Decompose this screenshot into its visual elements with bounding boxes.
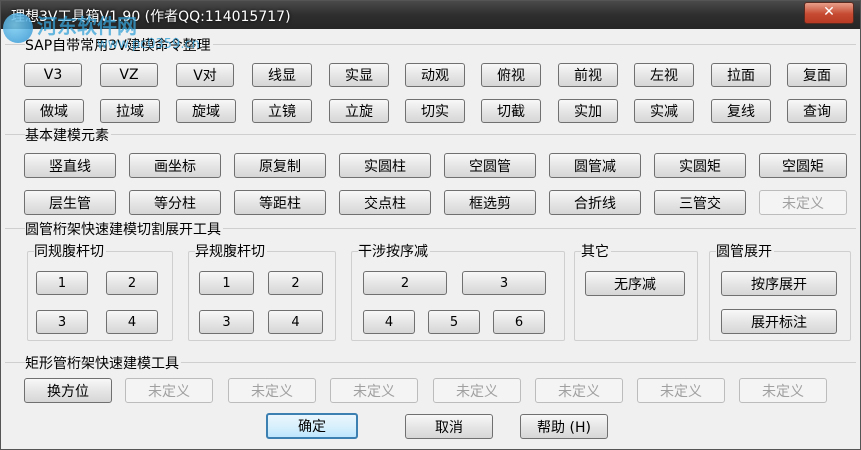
cmd-button[interactable]: 动观 (405, 63, 465, 87)
diff-cut-button[interactable]: 4 (268, 310, 323, 334)
cmd-button[interactable]: 立镜 (252, 99, 312, 123)
element-button[interactable]: 原复制 (234, 153, 326, 178)
undefined-button: 未定义 (759, 190, 847, 215)
same-cut-button[interactable]: 2 (106, 271, 158, 295)
cmd-button[interactable]: VZ (100, 63, 158, 87)
tool-window: 理想3V工具箱V1.90 (作者QQ:114015717) ✕ SAP自带常用3… (0, 0, 861, 450)
section3-title: 圆管桁架快速建模切割展开工具 (25, 219, 223, 239)
undefined-button: 未定义 (125, 378, 213, 403)
watermark-text: 河东软件网 (37, 14, 137, 38)
close-icon: ✕ (823, 4, 835, 20)
cmd-button[interactable]: 查询 (787, 99, 847, 123)
group-tube-unfold-title: 圆管展开 (716, 241, 774, 261)
unfold-annotate-button[interactable]: 展开标注 (721, 309, 837, 334)
element-button[interactable]: 画坐标 (129, 153, 221, 178)
element-button[interactable]: 等距柱 (234, 190, 326, 215)
same-cut-button[interactable]: 1 (36, 271, 88, 295)
undefined-button: 未定义 (330, 378, 418, 403)
cmd-button[interactable]: 实加 (558, 99, 618, 123)
diff-cut-button[interactable]: 1 (199, 271, 254, 295)
unordered-subtract-button[interactable]: 无序减 (585, 271, 685, 296)
element-button[interactable]: 圆管减 (549, 153, 641, 178)
cmd-button[interactable]: V对 (176, 63, 234, 87)
group-diff-spec-title: 异规腹杆切 (195, 241, 267, 261)
order-subtract-button[interactable]: 2 (363, 271, 447, 295)
cmd-button[interactable]: 做域 (24, 99, 84, 123)
cancel-button[interactable]: 取消 (405, 414, 493, 439)
group-same-spec-title: 同规腹杆切 (34, 241, 106, 261)
element-button[interactable]: 框选剪 (444, 190, 536, 215)
help-button[interactable]: 帮助 (H) (520, 414, 608, 439)
element-button[interactable]: 实圆柱 (339, 153, 431, 178)
cmd-button[interactable]: 俯视 (481, 63, 541, 87)
cmd-button[interactable]: 复线 (711, 99, 771, 123)
cmd-button[interactable]: 实显 (329, 63, 389, 87)
cmd-button[interactable]: 实减 (634, 99, 694, 123)
group-other-title: 其它 (581, 241, 611, 261)
cmd-button[interactable]: 切截 (481, 99, 541, 123)
diff-cut-button[interactable]: 2 (268, 271, 323, 295)
element-button[interactable]: 空圆矩 (759, 153, 847, 178)
element-button[interactable]: 三管交 (654, 190, 746, 215)
cmd-button[interactable]: 立旋 (329, 99, 389, 123)
undefined-button: 未定义 (228, 378, 316, 403)
element-button[interactable]: 竖直线 (24, 153, 116, 178)
element-button[interactable]: 实圆矩 (654, 153, 746, 178)
same-cut-button[interactable]: 3 (36, 310, 88, 334)
element-button[interactable]: 层生管 (24, 190, 116, 215)
order-subtract-button[interactable]: 4 (363, 310, 415, 334)
section2-title: 基本建模元素 (25, 125, 111, 145)
cmd-button[interactable]: 前视 (558, 63, 618, 87)
undefined-button: 未定义 (535, 378, 623, 403)
section-divider (5, 134, 856, 135)
group-order-subtract-title: 干涉按序减 (358, 241, 430, 261)
cmd-button[interactable]: 切实 (405, 99, 465, 123)
element-button[interactable]: 合折线 (549, 190, 641, 215)
cmd-button[interactable]: 复面 (787, 63, 847, 87)
undefined-button: 未定义 (739, 378, 827, 403)
cmd-button[interactable]: 左视 (634, 63, 694, 87)
cmd-button[interactable]: 拉域 (100, 99, 160, 123)
order-subtract-button[interactable]: 6 (493, 310, 545, 334)
element-button[interactable]: 空圆管 (444, 153, 536, 178)
undefined-button: 未定义 (433, 378, 521, 403)
watermark-logo (3, 13, 33, 43)
watermark-url: www.pc0359.cn (97, 37, 200, 52)
cmd-button[interactable]: 旋域 (176, 99, 236, 123)
cmd-button[interactable]: 线显 (252, 63, 312, 87)
group-other (574, 251, 698, 341)
element-button[interactable]: 等分柱 (129, 190, 221, 215)
close-button[interactable]: ✕ (804, 2, 854, 24)
switch-orientation-button[interactable]: 换方位 (24, 378, 112, 403)
ok-button[interactable]: 确定 (266, 413, 358, 439)
same-cut-button[interactable]: 4 (106, 310, 158, 334)
ordered-unfold-button[interactable]: 按序展开 (721, 271, 837, 296)
diff-cut-button[interactable]: 3 (199, 310, 254, 334)
undefined-button: 未定义 (637, 378, 725, 403)
cmd-button[interactable]: 拉面 (711, 63, 771, 87)
order-subtract-button[interactable]: 3 (462, 271, 546, 295)
order-subtract-button[interactable]: 5 (428, 310, 480, 334)
section4-title: 矩形管桁架快速建模工具 (25, 353, 181, 373)
element-button[interactable]: 交点柱 (339, 190, 431, 215)
cmd-button[interactable]: V3 (24, 63, 82, 87)
